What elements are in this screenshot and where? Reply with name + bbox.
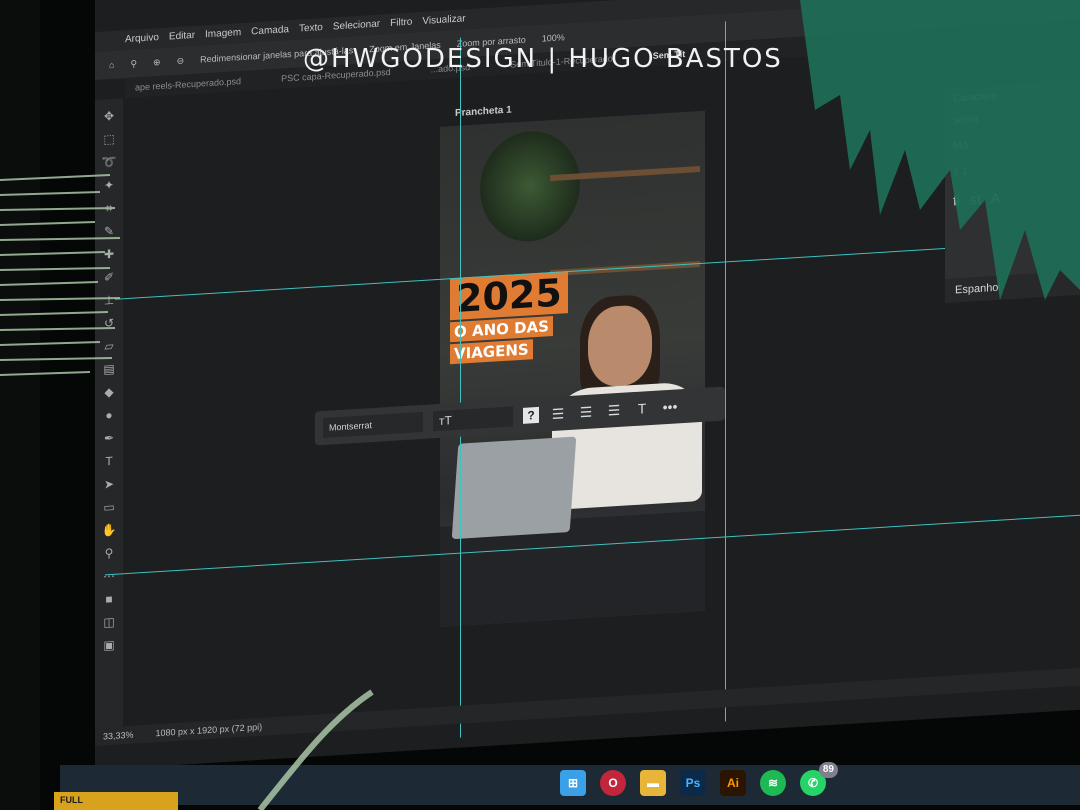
photoshop-icon[interactable]: Ps [680, 770, 706, 796]
color-swatch-icon[interactable]: ■ [105, 592, 112, 606]
zoom-value[interactable]: 100% [542, 32, 565, 43]
full-sticker-label: FULL [60, 795, 83, 805]
zoom-in-icon[interactable]: ⊕ [153, 56, 161, 67]
eyedropper-icon[interactable]: ✎ [104, 224, 114, 239]
move-tool-icon[interactable]: ✥ [104, 109, 114, 124]
artboard-label: Prancheta 1 [455, 104, 512, 119]
menu-camada[interactable]: Camada [251, 20, 289, 42]
monitor-screen: Arquivo Editar Imagem Camada Texto Selec… [95, 0, 1080, 770]
zoom-tool-icon[interactable]: ⚲ [130, 58, 137, 69]
swash-a-button[interactable]: A [991, 190, 1000, 207]
photo-scene: Arquivo Editar Imagem Camada Texto Selec… [0, 0, 1080, 810]
guide-vertical-left[interactable] [460, 37, 461, 738]
marquee-tool-icon[interactable]: ⬚ [103, 132, 114, 147]
lasso-tool-icon[interactable]: ➰ [102, 155, 117, 170]
taskbar-icons: ⊞ O ▬ Ps Ai ≋ ✆ 89 [560, 762, 838, 796]
notification-badge: 89 [818, 762, 838, 778]
more-options-button[interactable]: ••• [661, 396, 679, 417]
artboard-canvas[interactable]: 2025 O ANO DAS VIAGENS [440, 110, 705, 627]
tools-panel: ✥ ⬚ ➰ ✦ ⌗ ✎ ✚ ✐ ⊥ ↺ ▱ ▤ ◆ ● ✒ T ➤ ▭ ✋ ⚲ … [95, 98, 123, 740]
whatsapp-icon[interactable]: ✆ 89 [800, 762, 838, 796]
pen-tool-icon[interactable]: ✒ [104, 431, 114, 446]
character-panel: Caractere serra Mo ↕ 1 fi st A Espanhol [945, 78, 1080, 304]
ligature-st-button[interactable]: st [970, 191, 981, 208]
align-right-icon[interactable]: ☰ [605, 400, 623, 421]
language-select[interactable]: Espanhol [945, 269, 1080, 304]
rectangle-tool-icon[interactable]: ▭ [103, 500, 114, 515]
brush-tool-icon[interactable]: ✐ [104, 270, 114, 285]
watermark-text: @HWGODESIGN | HUGO BASTOS [303, 44, 783, 74]
eraser-tool-icon[interactable]: ▱ [104, 339, 113, 354]
screen-mode-icon[interactable]: ▣ [103, 638, 114, 653]
spotify-icon[interactable]: ≋ [760, 770, 786, 796]
history-brush-icon[interactable]: ↺ [104, 316, 114, 331]
windows-icon[interactable]: ⊞ [560, 770, 586, 796]
type-tool-icon[interactable]: T [105, 454, 112, 468]
laptop [451, 436, 577, 540]
path-select-icon[interactable]: ➤ [104, 477, 114, 492]
stamp-tool-icon[interactable]: ⊥ [104, 293, 114, 308]
menu-imagem[interactable]: Imagem [205, 23, 241, 45]
person-face [588, 303, 652, 388]
opera-icon[interactable]: O [600, 770, 626, 796]
text-options-icon[interactable]: T [633, 398, 651, 419]
zoom-tool-side-icon[interactable]: ⚲ [105, 546, 114, 561]
quick-mask-icon[interactable]: ◫ [103, 615, 114, 630]
crop-tool-icon[interactable]: ⌗ [106, 201, 113, 215]
menu-texto[interactable]: Texto [299, 18, 323, 39]
hand-tool-icon[interactable]: ✋ [102, 523, 117, 538]
more-tools-icon[interactable]: ⋯ [103, 569, 115, 584]
dodge-tool-icon[interactable]: ● [105, 408, 112, 422]
healing-brush-icon[interactable]: ✚ [104, 247, 114, 262]
menu-filtro[interactable]: Filtro [390, 13, 412, 34]
help-button[interactable]: ? [523, 406, 539, 424]
menu-arquivo[interactable]: Arquivo [125, 28, 159, 50]
full-sticker: FULL [54, 792, 178, 810]
folder-icon[interactable]: ▬ [640, 770, 666, 796]
plant-image [480, 128, 580, 245]
headline-year: 2025 [450, 270, 568, 321]
headline-line2: VIAGENS [450, 339, 533, 365]
align-left-icon[interactable]: ☰ [549, 403, 567, 424]
zoom-readout[interactable]: 33,33% [103, 726, 134, 746]
magic-wand-icon[interactable]: ✦ [104, 178, 114, 193]
blur-tool-icon[interactable]: ◆ [104, 385, 113, 400]
home-icon[interactable]: ⌂ [109, 60, 114, 70]
align-center-icon[interactable]: ☰ [577, 401, 595, 422]
menu-visualizar[interactable]: Visualizar [422, 9, 465, 32]
font-family-select[interactable]: Montserrat [323, 411, 423, 439]
guide-vertical-right[interactable] [725, 21, 726, 722]
zoom-out-icon[interactable]: ⊖ [177, 55, 185, 66]
illustrator-icon[interactable]: Ai [720, 770, 746, 796]
ligature-fi-button[interactable]: fi [953, 192, 960, 208]
font-size-select[interactable]: ᴛT [433, 406, 513, 432]
headline-line1: O ANO DAS [450, 315, 553, 343]
menu-editar[interactable]: Editar [169, 26, 195, 48]
doc-size-readout: 1080 px x 1920 px (72 ppi) [155, 721, 263, 739]
headline-badge: 2025 O ANO DAS VIAGENS [450, 270, 568, 365]
gradient-tool-icon[interactable]: ▤ [103, 362, 114, 377]
